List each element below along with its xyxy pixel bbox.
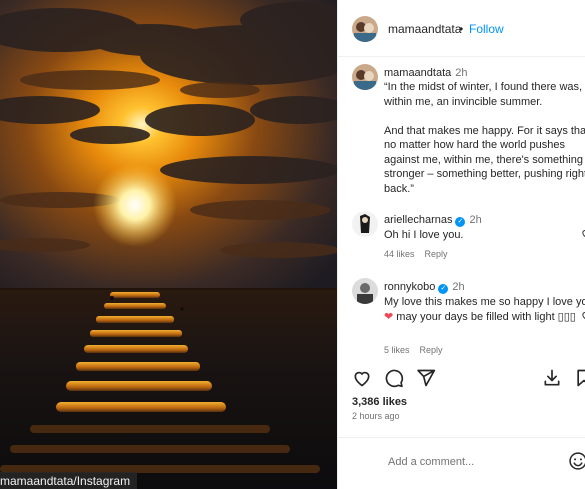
sunset-ocean-image <box>0 0 337 489</box>
reply-button[interactable]: Reply <box>425 249 448 259</box>
share-icon[interactable] <box>416 368 436 388</box>
avatar[interactable] <box>352 211 378 237</box>
add-comment-input[interactable] <box>388 454 558 470</box>
comment-likes[interactable]: 5 likes <box>384 345 410 355</box>
photo-credit: mamaandtata/Instagram <box>0 472 138 489</box>
comment-like-heart-icon[interactable] <box>581 228 585 239</box>
verified-badge-icon: ✓ <box>455 217 466 227</box>
post-panel: mamaandtata • Follow mamaandtata 2h “In t… <box>337 0 585 489</box>
header-username[interactable]: mamaandtata <box>388 22 461 36</box>
verified-badge-icon: ✓ <box>438 284 449 294</box>
comment-meta: 44 likes Reply <box>384 249 448 259</box>
caption: mamaandtata 2h “In the midst of winter, I… <box>352 64 585 195</box>
comment-text-part: My love this makes me so happy I love yo… <box>384 296 585 308</box>
avatar[interactable] <box>352 16 378 42</box>
comment-time: 2h <box>452 281 465 293</box>
download-icon[interactable] <box>542 368 562 388</box>
avatar[interactable] <box>352 278 378 304</box>
post-timestamp: 2 hours ago <box>352 411 400 421</box>
separator-dot: • <box>459 22 464 36</box>
bookmark-icon[interactable] <box>574 368 585 388</box>
post-header: mamaandtata • Follow <box>338 0 585 57</box>
follow-button[interactable]: Follow <box>469 22 504 36</box>
comment-author: ronnykobo ✓ 2h <box>384 281 465 294</box>
comment-time: 2h <box>469 214 482 226</box>
heart-icon[interactable] <box>352 368 372 388</box>
caption-time: 2h <box>455 67 468 79</box>
avatar[interactable] <box>352 64 378 90</box>
comment-username[interactable]: ronnykobo <box>384 281 435 293</box>
comment-username[interactable]: ariellecharnas <box>384 214 452 226</box>
comment-meta: 5 likes Reply <box>384 345 443 355</box>
comment-text: My love this makes me so happy I love yo… <box>384 295 585 324</box>
caption-username[interactable]: mamaandtata <box>384 67 451 79</box>
comment-item: ronnykobo ✓ 2h My love this makes me so ha… <box>352 278 585 358</box>
red-heart-emoji-icon: ❤ <box>384 310 394 323</box>
comment-text-part: may your days be filled with light ▯▯▯ <box>393 310 576 323</box>
action-bar <box>352 368 585 390</box>
post-photo: mamaandtata/Instagram <box>0 0 337 489</box>
emoji-icon[interactable] <box>568 451 585 471</box>
caption-author: mamaandtata 2h <box>384 67 468 79</box>
comment-likes[interactable]: 44 likes <box>384 249 415 259</box>
comment-icon[interactable] <box>384 368 404 388</box>
comment-text: Oh hi I love you. <box>384 229 464 241</box>
post-likes[interactable]: 3,386 likes <box>352 396 407 408</box>
comment-like-heart-icon[interactable] <box>581 310 585 321</box>
comment-item: ariellecharnas ✓ 2h Oh hi I love you. 44 l… <box>352 211 585 263</box>
add-comment-bar <box>338 437 585 489</box>
comment-author: ariellecharnas ✓ 2h <box>384 214 482 227</box>
reply-button[interactable]: Reply <box>420 345 443 355</box>
caption-text: “In the midst of winter, I found there w… <box>384 81 585 195</box>
